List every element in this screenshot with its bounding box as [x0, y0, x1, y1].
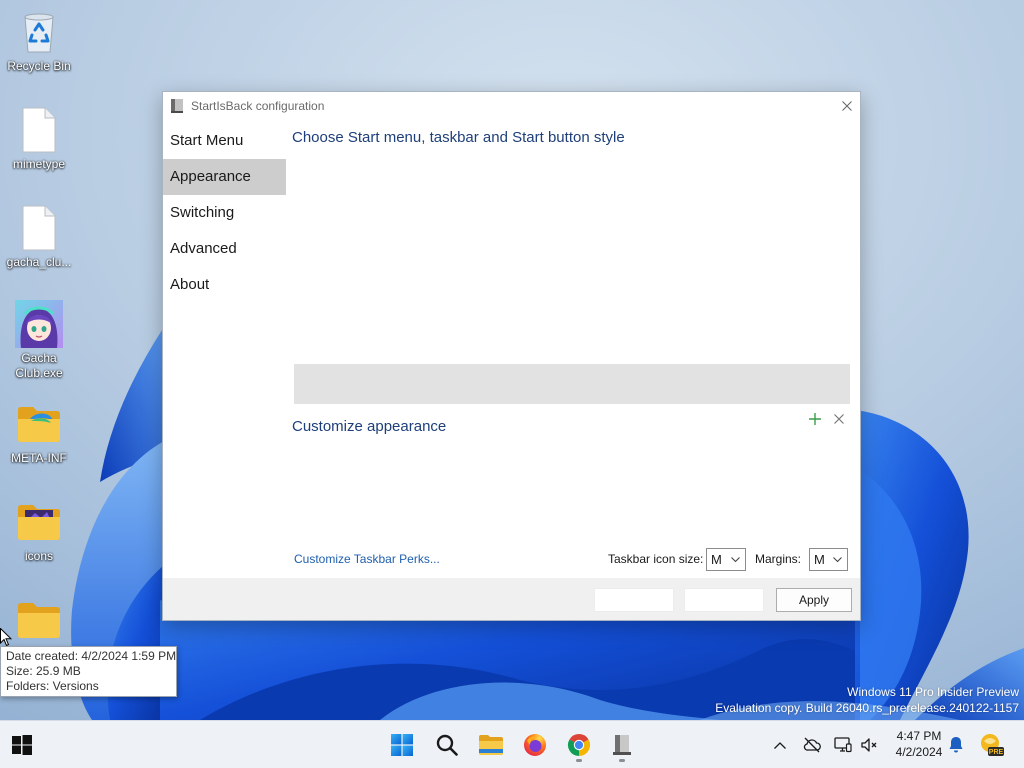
taskbar-firefox[interactable] [521, 731, 549, 759]
desktop-icon-recycle-bin[interactable]: Recycle Bin [1, 8, 77, 74]
clock-time: 4:47 PM [896, 729, 942, 743]
close-button[interactable] [832, 92, 862, 120]
desktop-icon-label: Gacha Club.exe [15, 351, 63, 380]
desktop-icon-label: META-INF [11, 451, 67, 465]
chevron-down-icon [731, 557, 740, 563]
chevron-up-icon [774, 741, 786, 749]
taskbar-search[interactable] [433, 731, 461, 759]
desktop-icon-label: gacha_clu... [6, 255, 72, 269]
margins-label: Margins: [755, 552, 802, 566]
network-status[interactable] [802, 735, 822, 755]
taskbar: 4:47 PM 4/2/2024 PRE [0, 720, 1024, 768]
select-value: M [711, 552, 722, 567]
plus-icon [809, 413, 821, 425]
speaker-muted-icon [861, 738, 877, 752]
volume-status[interactable] [859, 735, 879, 755]
desktop-icon-gacha-file[interactable]: gacha_clu... [1, 204, 77, 270]
show-hidden-icons-button[interactable] [770, 735, 790, 755]
tooltip-date-created: Date created: 4/2/2024 1:59 PM [6, 649, 177, 663]
remove-button[interactable] [832, 412, 846, 426]
watermark-build: Evaluation copy. Build 26040.rs_prerelea… [715, 701, 1019, 715]
tooltip-folders: Folders: Versions [6, 679, 99, 693]
file-icon [1, 204, 77, 252]
pre-badge-icon: PRE [981, 734, 1004, 756]
startisback-icon [170, 98, 184, 119]
startisback-config-window: StartIsBack configuration Start Menu App… [162, 91, 861, 621]
add-button[interactable] [808, 412, 822, 426]
nav-item-appearance[interactable]: Appearance [163, 159, 286, 195]
footer-button-1[interactable] [594, 588, 674, 612]
close-icon [834, 414, 844, 424]
watermark-edition: Windows 11 Pro Insider Preview [847, 685, 1019, 699]
style-heading: Choose Start menu, taskbar and Start but… [292, 129, 625, 146]
desktop-icon-label: mimetype [12, 157, 65, 171]
windows-icon [12, 735, 32, 755]
footer-button-2[interactable] [684, 588, 764, 612]
file-explorer-icon [479, 735, 503, 755]
firefox-icon [524, 734, 546, 756]
search-icon [436, 734, 458, 756]
nav-item-advanced[interactable]: Advanced [163, 231, 286, 267]
taskbar-clock[interactable]: 4:47 PM 4/2/2024 [884, 728, 954, 760]
recycle-bin-icon [1, 8, 77, 56]
network-offline-icon [803, 737, 821, 753]
bell-icon [949, 737, 963, 753]
folder-tooltip: Date created: 4/2/2024 1:59 PM Size: 25.… [0, 646, 177, 697]
display-status[interactable] [833, 735, 853, 755]
insider-preview-button[interactable]: PRE [978, 731, 1006, 759]
mouse-cursor-icon [0, 628, 12, 647]
running-indicator [619, 759, 625, 762]
windows11-start-icon [391, 734, 413, 756]
file-icon [1, 106, 77, 154]
select-value: M [814, 552, 825, 567]
desktop-icon-gacha-club[interactable]: Gacha Club.exe [1, 300, 77, 381]
desktop-icon-label: Recycle Bin [7, 59, 71, 73]
dialog-footer: Apply [163, 578, 860, 620]
running-indicator [576, 759, 582, 762]
pre-badge-text: PRE [989, 749, 1004, 756]
tooltip-size: Size: 25.9 MB [6, 664, 81, 678]
apply-button[interactable]: Apply [776, 588, 852, 612]
notifications-button[interactable] [946, 735, 966, 755]
chrome-icon [567, 733, 591, 756]
chevron-down-icon [833, 557, 842, 563]
folder-icon [1, 400, 77, 448]
desktop-icon-meta-inf[interactable]: META-INF [1, 400, 77, 466]
taskbar-file-explorer[interactable] [477, 731, 505, 759]
window-title: StartIsBack configuration [191, 99, 325, 113]
taskbar-icon-size-label: Taskbar icon size: [608, 552, 704, 566]
nav-item-about[interactable]: About [163, 267, 286, 303]
close-icon [842, 101, 852, 111]
folder-icon [1, 498, 77, 546]
taskbar-startisback[interactable] [608, 731, 636, 759]
customize-taskbar-perks-link[interactable]: Customize Taskbar Perks... [294, 552, 440, 566]
desktop-icon-label: icons [24, 549, 53, 563]
clock-date: 4/2/2024 [895, 745, 943, 759]
taskbar-windows11-start[interactable] [388, 731, 416, 759]
startisback-icon [613, 735, 631, 755]
nav-item-start-menu[interactable]: Start Menu [163, 123, 286, 159]
desktop-icon-folder[interactable] [1, 596, 77, 644]
folder-icon [1, 596, 77, 644]
start-button[interactable] [8, 731, 36, 759]
style-selection-bar[interactable] [294, 364, 850, 404]
gacha-club-app-icon [1, 300, 77, 348]
desktop-icon-mimetype[interactable]: mimetype [1, 106, 77, 172]
margins-select[interactable]: M [809, 548, 848, 571]
settings-nav: Start Menu Appearance Switching Advanced… [163, 123, 286, 303]
display-icon [834, 737, 852, 753]
customize-heading: Customize appearance [292, 418, 447, 435]
os-watermark: Windows 11 Pro Insider Preview Evaluatio… [715, 684, 1019, 716]
taskbar-chrome[interactable] [565, 731, 593, 759]
taskbar-icon-size-select[interactable]: M [706, 548, 746, 571]
nav-item-switching[interactable]: Switching [163, 195, 286, 231]
desktop-icon-icons[interactable]: icons [1, 498, 77, 564]
